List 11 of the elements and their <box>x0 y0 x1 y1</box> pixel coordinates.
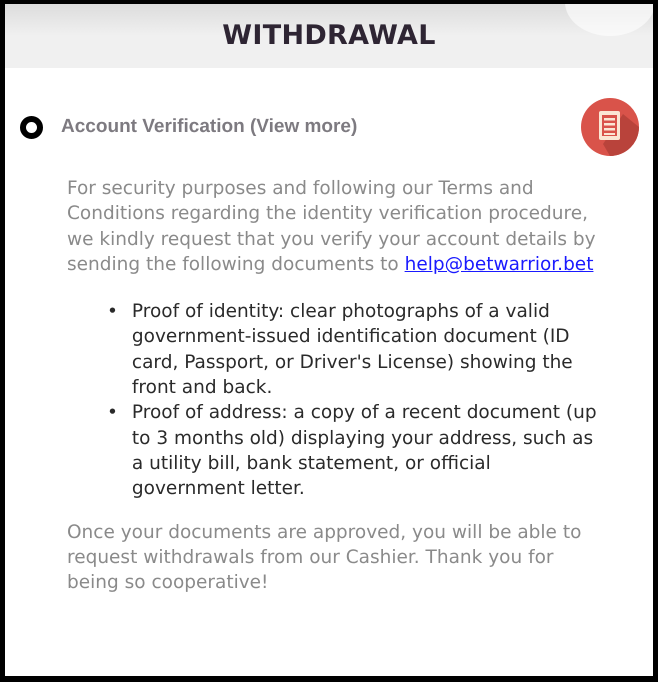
bullet: • <box>107 300 118 324</box>
page-title: WITHDRAWAL <box>222 20 436 52</box>
email-link[interactable]: help@betwarrior.bet <box>404 254 594 275</box>
intro-paragraph: For security purposes and following our Terms and Conditions regarding the identity verification procedure, we kindly request that you verify your account details by sending the following documents to help@betwarrior.bet <box>67 177 597 277</box>
requirement-text: Proof of address: a copy of a recent document (up to 3 months old) displaying your address, such as a utility bill, bank statement, or official government letter. <box>132 401 597 502</box>
requirement-text: Proof of identity: clear photographs of a valid government-issued identification document (ID card, Passport, or Driver's License) showing the front and back. <box>132 300 574 400</box>
document-icon[interactable] <box>581 98 639 156</box>
section-title[interactable]: Account Verification (View more) <box>61 112 581 142</box>
closing-paragraph: Once your documents are approved, you will be able to request withdrawals from our Cashier. Thank you for being so cooperative! <box>67 520 582 596</box>
bullet: • <box>107 401 118 426</box>
radio-button[interactable] <box>20 116 43 138</box>
